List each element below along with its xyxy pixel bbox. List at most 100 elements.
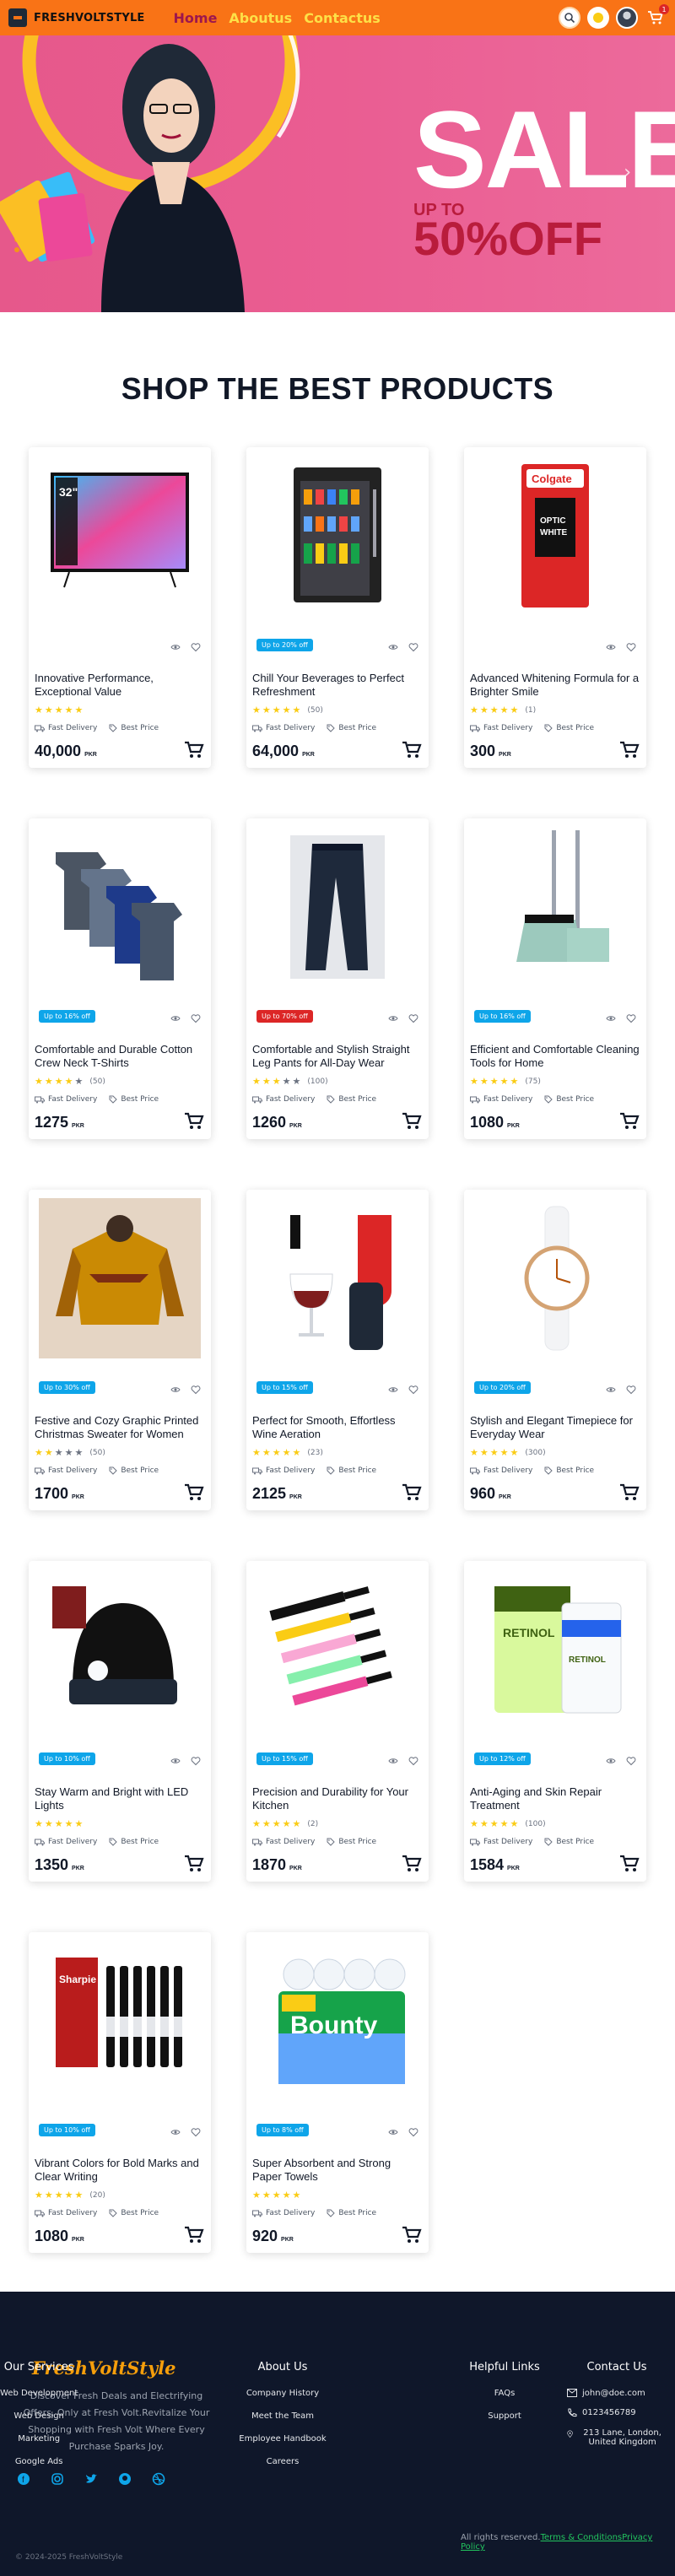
product-card[interactable]: Up to 30% off Festive and Cozy Graphic P… xyxy=(29,1190,211,1510)
eye-icon[interactable] xyxy=(388,1753,398,1763)
product-image[interactable] xyxy=(256,1198,418,1358)
product-card[interactable]: RETINOL RETINOL Up to 12% off Anti-Aging … xyxy=(464,1561,646,1882)
eye-icon[interactable] xyxy=(170,1753,181,1763)
user-avatar[interactable] xyxy=(616,7,638,29)
footer-link[interactable]: Google Ads xyxy=(0,2457,78,2466)
add-to-cart-button[interactable] xyxy=(619,1112,640,1131)
product-card[interactable]: Colgate OPTIC WHITE Advanced Whitening For… xyxy=(464,447,646,768)
eye-icon[interactable] xyxy=(170,1011,181,1021)
add-to-cart-button[interactable] xyxy=(619,741,640,759)
product-card[interactable]: 32" Innovative Performance, Exceptional … xyxy=(29,447,211,768)
heart-icon[interactable] xyxy=(408,1382,418,1395)
add-to-cart-button[interactable] xyxy=(184,741,204,759)
nav-link-aboutus[interactable]: Aboutus xyxy=(229,10,292,26)
github-icon[interactable] xyxy=(118,2472,132,2486)
cart-button[interactable]: 1 xyxy=(645,4,669,29)
product-image[interactable]: RETINOL RETINOL xyxy=(474,1569,636,1730)
heart-icon[interactable] xyxy=(626,1753,636,1766)
brand-name[interactable]: FRESHVOLTSTYLE xyxy=(34,12,145,24)
heart-icon[interactable] xyxy=(191,640,201,652)
footer-link[interactable]: Employee Handbook xyxy=(226,2434,339,2444)
product-image[interactable] xyxy=(39,1569,201,1730)
product-image[interactable] xyxy=(39,1198,201,1358)
heart-icon[interactable] xyxy=(408,640,418,652)
product-title[interactable]: Perfect for Smooth, Effortless Wine Aera… xyxy=(252,1414,423,1441)
product-title[interactable]: Advanced Whitening Formula for a Brighte… xyxy=(470,672,640,699)
product-title[interactable]: Super Absorbent and Strong Paper Towels xyxy=(252,2157,423,2184)
product-image[interactable] xyxy=(256,1569,418,1730)
twitter-icon[interactable] xyxy=(84,2472,98,2486)
product-title[interactable]: Vibrant Colors for Bold Marks and Clear … xyxy=(35,2157,205,2184)
product-title[interactable]: Comfortable and Stylish Straight Leg Pan… xyxy=(252,1043,423,1070)
product-title[interactable]: Efficient and Comfortable Cleaning Tools… xyxy=(470,1043,640,1070)
product-card[interactable]: Up to 20% off Stylish and Elegant Timepi… xyxy=(464,1190,646,1510)
footer-link[interactable]: Support xyxy=(462,2411,547,2421)
heart-icon[interactable] xyxy=(626,1382,636,1395)
product-title[interactable]: Precision and Durability for Your Kitche… xyxy=(252,1785,423,1812)
contact-email[interactable]: john@doe.com xyxy=(582,2389,645,2398)
product-title[interactable]: Stay Warm and Bright with LED Lights xyxy=(35,1785,205,1812)
eye-icon[interactable] xyxy=(388,1382,398,1392)
eye-icon[interactable] xyxy=(606,1011,616,1021)
product-card[interactable]: Up to 16% off Efficient and Comfortable … xyxy=(464,818,646,1139)
terms-link[interactable]: Terms & Conditions xyxy=(541,2533,623,2542)
logo-icon[interactable] xyxy=(8,8,27,27)
footer-link[interactable]: Marketing xyxy=(0,2434,78,2444)
product-image[interactable]: Colgate OPTIC WHITE xyxy=(474,456,636,616)
heart-icon[interactable] xyxy=(191,1382,201,1395)
add-to-cart-button[interactable] xyxy=(184,2226,204,2244)
heart-icon[interactable] xyxy=(191,1753,201,1766)
heart-icon[interactable] xyxy=(408,1753,418,1766)
heart-icon[interactable] xyxy=(626,1011,636,1023)
product-card[interactable]: Up to 10% off Stay Warm and Bright with … xyxy=(29,1561,211,1882)
product-image[interactable] xyxy=(39,827,201,987)
add-to-cart-button[interactable] xyxy=(402,2226,422,2244)
search-button[interactable] xyxy=(559,7,580,29)
dribbble-icon[interactable] xyxy=(152,2472,165,2486)
eye-icon[interactable] xyxy=(170,640,181,650)
eye-icon[interactable] xyxy=(606,1382,616,1392)
add-to-cart-button[interactable] xyxy=(184,1112,204,1131)
add-to-cart-button[interactable] xyxy=(402,1483,422,1502)
hero-banner[interactable]: SALE UP TO 50%OFF › xyxy=(0,35,675,312)
product-title[interactable]: Stylish and Elegant Timepiece for Everyd… xyxy=(470,1414,640,1441)
nav-link-contactus[interactable]: Contactus xyxy=(304,10,381,26)
contact-email-row[interactable]: john@doe.com xyxy=(567,2389,667,2398)
product-image[interactable]: 32" xyxy=(39,456,201,616)
add-to-cart-button[interactable] xyxy=(402,1855,422,1873)
heart-icon[interactable] xyxy=(191,2125,201,2137)
eye-icon[interactable] xyxy=(388,1011,398,1021)
footer-link[interactable]: Company History xyxy=(226,2389,339,2398)
product-card[interactable]: Up to 20% off Chill Your Beverages to Pe… xyxy=(246,447,429,768)
heart-icon[interactable] xyxy=(408,1011,418,1023)
add-to-cart-button[interactable] xyxy=(184,1483,204,1502)
product-image[interactable] xyxy=(256,456,418,616)
footer-link[interactable]: FAQs xyxy=(462,2389,547,2398)
product-image[interactable] xyxy=(256,827,418,987)
eye-icon[interactable] xyxy=(606,640,616,650)
product-image[interactable] xyxy=(474,827,636,987)
product-card[interactable]: Up to 16% off Comfortable and Durable Co… xyxy=(29,818,211,1139)
add-to-cart-button[interactable] xyxy=(402,741,422,759)
contact-phone-row[interactable]: 0123456789 xyxy=(567,2408,667,2418)
footer-link[interactable]: Careers xyxy=(226,2457,339,2466)
product-title[interactable]: Anti-Aging and Skin Repair Treatment xyxy=(470,1785,640,1812)
eye-icon[interactable] xyxy=(170,1382,181,1392)
product-card[interactable]: Up to 15% off Perfect for Smooth, Effort… xyxy=(246,1190,429,1510)
product-title[interactable]: Innovative Performance, Exceptional Valu… xyxy=(35,672,205,699)
product-title[interactable]: Chill Your Beverages to Perfect Refreshm… xyxy=(252,672,423,699)
add-to-cart-button[interactable] xyxy=(619,1855,640,1873)
heart-icon[interactable] xyxy=(626,640,636,652)
eye-icon[interactable] xyxy=(170,2125,181,2135)
eye-icon[interactable] xyxy=(388,2125,398,2135)
add-to-cart-button[interactable] xyxy=(619,1483,640,1502)
product-card[interactable]: Up to 15% off Precision and Durability f… xyxy=(246,1561,429,1882)
eye-icon[interactable] xyxy=(606,1753,616,1763)
product-card[interactable]: Bounty Up to 8% off Super Absorbent and … xyxy=(246,1932,429,2253)
eye-icon[interactable] xyxy=(388,640,398,650)
product-image[interactable] xyxy=(474,1198,636,1358)
theme-toggle-button[interactable] xyxy=(587,7,609,29)
product-card[interactable]: Sharpie Up to 10% off Vibrant Colors for… xyxy=(29,1932,211,2253)
heart-icon[interactable] xyxy=(408,2125,418,2137)
footer-link[interactable]: Web Design xyxy=(0,2411,78,2421)
